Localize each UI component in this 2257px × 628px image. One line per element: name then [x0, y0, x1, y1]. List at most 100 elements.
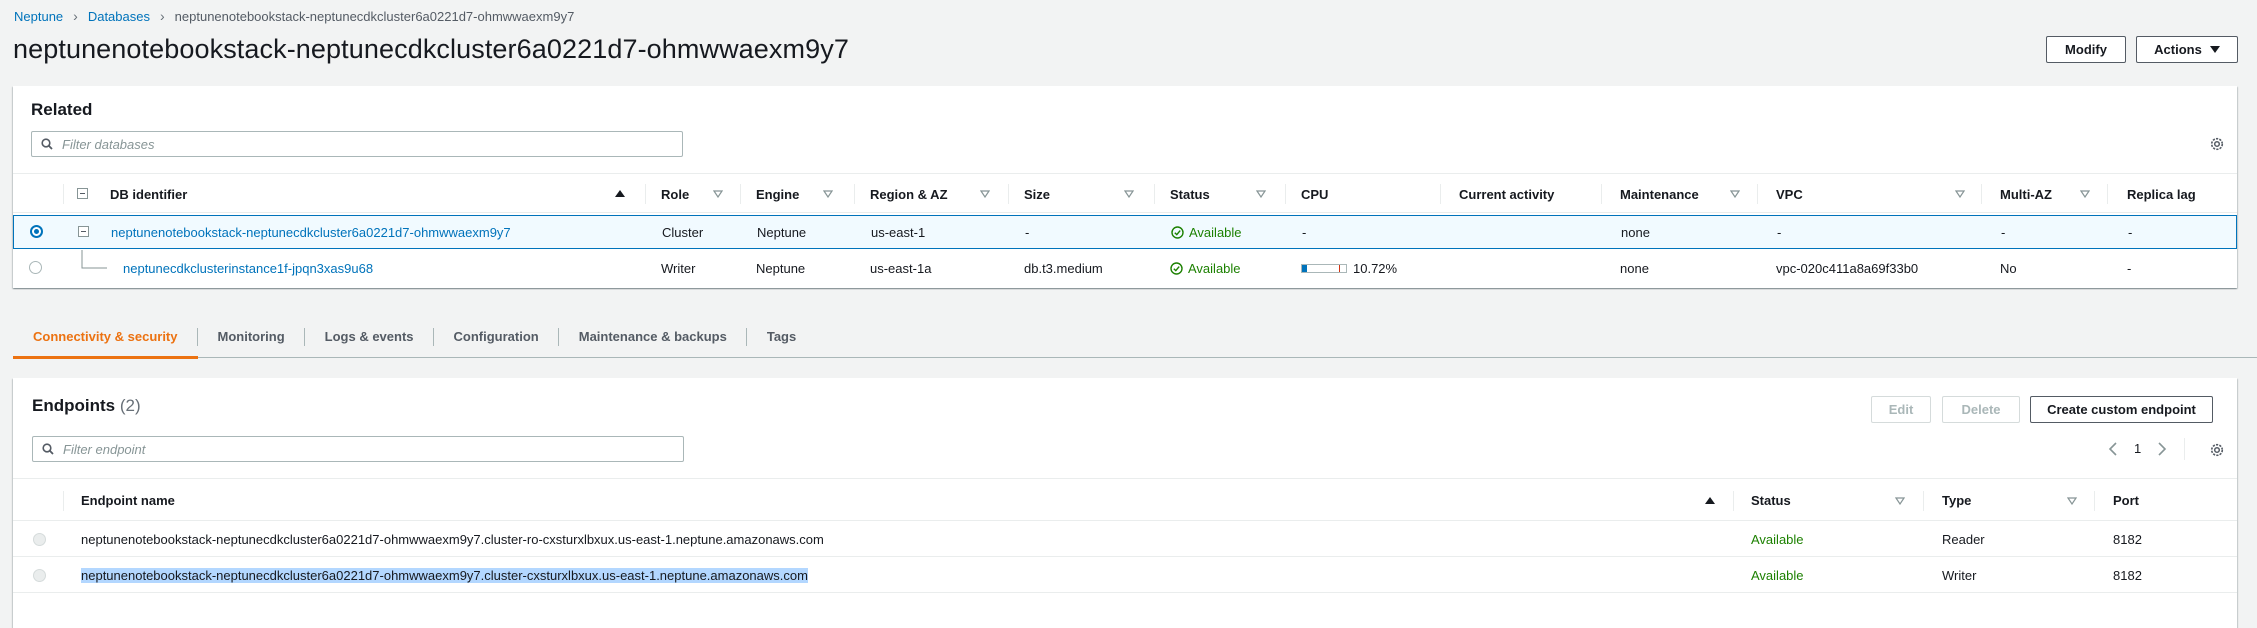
sort-icon[interactable] — [823, 190, 833, 198]
vpc-cell: - — [1777, 224, 1782, 240]
chevron-right-icon[interactable] — [2157, 441, 2167, 456]
maintenance-cell: none — [1621, 224, 1650, 240]
column-header-vpc[interactable]: VPC — [1776, 174, 1803, 214]
endpoints-table-header: Endpoint name Status Type Port — [13, 478, 2237, 521]
tab-label: Logs & events — [324, 328, 414, 344]
gear-icon[interactable] — [2209, 136, 2225, 152]
sort-ascending-icon[interactable] — [615, 190, 625, 197]
sort-icon[interactable] — [980, 190, 990, 198]
edit-button[interactable]: Edit — [1871, 396, 1931, 423]
tab-configuration[interactable]: Configuration — [434, 314, 559, 358]
tab-label: Tags — [766, 328, 797, 344]
sort-icon[interactable] — [2067, 497, 2077, 505]
cpu-meter — [1301, 263, 1347, 273]
column-header-role[interactable]: Role — [661, 174, 689, 214]
cpu-cell: - — [1302, 224, 1307, 240]
column-header-cpu[interactable]: CPU — [1301, 174, 1328, 214]
filter-databases-field[interactable] — [31, 131, 683, 157]
column-header-port[interactable]: Port — [2113, 479, 2139, 522]
table-row[interactable]: neptunenotebookstack-neptunecdkcluster6a… — [13, 558, 2237, 593]
column-divider — [1601, 184, 1602, 204]
delete-button[interactable]: Delete — [1942, 396, 2020, 423]
table-row[interactable]: neptunenotebookstack-neptunecdkcluster6a… — [13, 522, 2237, 557]
sort-icon[interactable] — [1124, 190, 1134, 198]
search-icon — [42, 443, 54, 455]
tab-maintenance-backups[interactable]: Maintenance & backups — [559, 314, 747, 358]
tab-connectivity-security[interactable]: Connectivity & security — [13, 314, 198, 359]
filter-databases-input[interactable] — [62, 136, 682, 152]
breadcrumb-databases[interactable]: Databases — [88, 9, 150, 24]
filter-endpoint-field[interactable] — [32, 436, 684, 462]
related-title: Related — [31, 100, 93, 119]
endpoint-type-cell: Reader — [1942, 531, 1985, 547]
tab-label: Monitoring — [217, 328, 285, 344]
page-number[interactable]: 1 — [2134, 441, 2141, 456]
sort-icon[interactable] — [2080, 190, 2090, 198]
modify-button[interactable]: Modify — [2046, 36, 2126, 63]
column-header-status[interactable]: Status — [1170, 174, 1210, 214]
row-select-radio[interactable] — [29, 261, 42, 274]
breadcrumb: Neptune › Databases › neptunenotebooksta… — [14, 8, 574, 24]
breadcrumb-neptune[interactable]: Neptune — [14, 9, 63, 24]
create-custom-endpoint-label: Create custom endpoint — [2047, 402, 2196, 417]
caret-down-icon — [2209, 46, 2220, 53]
collapse-row-icon[interactable] — [78, 226, 89, 237]
table-row-instance[interactable]: neptunecdkclusterinstance1f-jpqn3xas9u68… — [13, 250, 2237, 286]
sort-icon[interactable] — [1256, 190, 1266, 198]
column-header-multi-az[interactable]: Multi-AZ — [2000, 174, 2052, 214]
column-header-engine[interactable]: Engine — [756, 174, 799, 214]
tab-label: Configuration — [453, 328, 539, 344]
modify-button-label: Modify — [2065, 42, 2107, 57]
sort-icon[interactable] — [1730, 190, 1740, 198]
tab-logs-events[interactable]: Logs & events — [305, 314, 434, 358]
gear-icon[interactable] — [2209, 442, 2225, 458]
db-identifier-link[interactable]: neptunecdkclusterinstance1f-jpqn3xas9u68 — [123, 261, 373, 276]
column-divider — [854, 184, 855, 204]
sort-icon[interactable] — [1895, 497, 1905, 505]
column-header-db-identifier[interactable]: DB identifier — [110, 174, 187, 214]
filter-endpoint-input[interactable] — [63, 441, 683, 457]
column-header-endpoint-name[interactable]: Endpoint name — [81, 479, 175, 522]
column-divider — [2094, 491, 2095, 511]
endpoint-status-cell: Available — [1751, 567, 1804, 583]
row-select-radio[interactable] — [33, 569, 46, 582]
column-divider — [1981, 184, 1982, 204]
row-select-radio[interactable] — [30, 225, 43, 238]
column-header-replica-lag[interactable]: Replica lag — [2127, 174, 2196, 214]
column-divider — [1440, 184, 1441, 204]
actions-button[interactable]: Actions — [2136, 36, 2238, 63]
vpc-cell: vpc-020c411a8a69f33b0 — [1776, 260, 1919, 276]
breadcrumb-separator-icon: › — [159, 8, 165, 24]
db-identifier-link[interactable]: neptunenotebookstack-neptunecdkcluster6a… — [111, 225, 511, 240]
column-header-region-az[interactable]: Region & AZ — [870, 174, 948, 214]
column-header-type[interactable]: Type — [1942, 479, 1971, 522]
tab-tags[interactable]: Tags — [747, 314, 816, 358]
create-custom-endpoint-button[interactable]: Create custom endpoint — [2030, 396, 2213, 423]
column-header-maintenance[interactable]: Maintenance — [1620, 174, 1699, 214]
endpoint-status-cell: Available — [1751, 531, 1804, 547]
chevron-left-icon[interactable] — [2108, 441, 2118, 456]
tab-monitoring[interactable]: Monitoring — [198, 314, 305, 358]
replica-lag-cell: - — [2127, 260, 2132, 276]
maintenance-cell: none — [1620, 260, 1649, 276]
endpoint-type-cell: Writer — [1942, 567, 1977, 583]
engine-cell: Neptune — [756, 260, 806, 276]
column-divider — [2107, 184, 2108, 204]
endpoint-name-cell: neptunenotebookstack-neptunecdkcluster6a… — [81, 531, 824, 547]
table-row-cluster[interactable]: neptunenotebookstack-neptunecdkcluster6a… — [13, 215, 2237, 249]
column-header-size[interactable]: Size — [1024, 174, 1050, 214]
column-divider — [1923, 491, 1924, 511]
sort-icon[interactable] — [1955, 190, 1965, 198]
role-cell: Writer — [661, 260, 696, 276]
column-header-current-activity[interactable]: Current activity — [1459, 174, 1554, 214]
sort-ascending-icon[interactable] — [1705, 497, 1715, 504]
row-select-radio[interactable] — [33, 533, 46, 546]
status-text: Available — [1188, 260, 1241, 276]
endpoint-name-cell: neptunenotebookstack-neptunecdkcluster6a… — [81, 567, 808, 583]
column-header-status[interactable]: Status — [1751, 479, 1791, 522]
endpoints-panel: Endpoints (2) Edit Delete Create custom … — [13, 378, 2237, 628]
sort-icon[interactable] — [713, 190, 723, 198]
size-cell: db.t3.medium — [1024, 260, 1103, 276]
collapse-all-icon[interactable] — [77, 188, 88, 199]
tab-label: Connectivity & security — [33, 328, 178, 344]
